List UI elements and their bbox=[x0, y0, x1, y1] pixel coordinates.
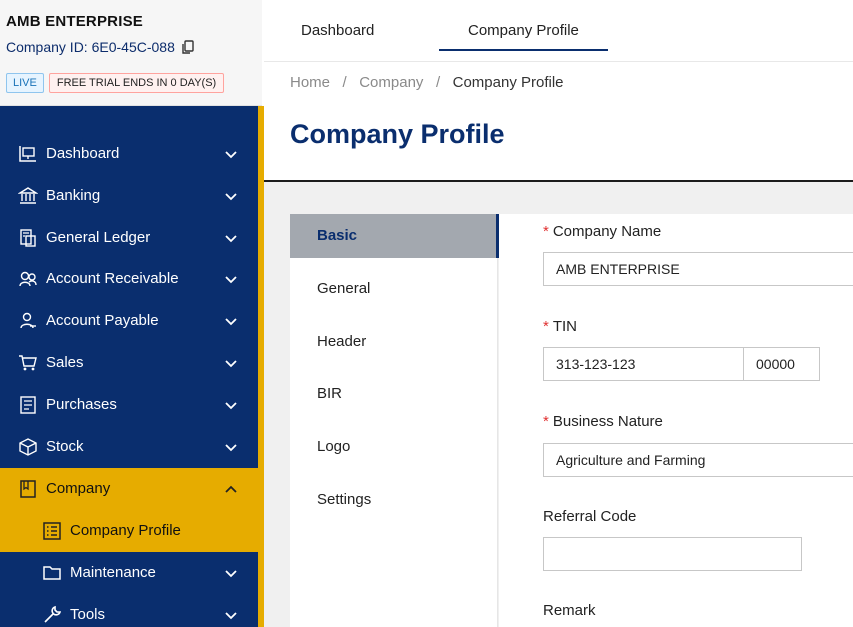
business-nature-label: * Business Nature bbox=[543, 413, 663, 430]
receivable-icon bbox=[18, 269, 38, 289]
breadcrumb-home[interactable]: Home bbox=[290, 74, 330, 91]
app-root: AMB ENTERPRISE Company ID: 6E0-45C-088 L… bbox=[0, 0, 853, 627]
referral-code-label: Referral Code bbox=[543, 508, 637, 525]
active-tab-indicator bbox=[439, 49, 608, 51]
chevron-down-icon bbox=[224, 609, 238, 621]
copy-icon[interactable] bbox=[181, 40, 195, 54]
required-marker: * bbox=[543, 413, 549, 430]
sidebar-item-dashboard[interactable]: Dashboard bbox=[0, 133, 258, 175]
breadcrumb-company[interactable]: Company bbox=[359, 74, 423, 91]
section-tab-general[interactable]: General bbox=[290, 267, 498, 311]
tin-branch-input[interactable]: 00000 bbox=[743, 347, 820, 381]
section-tab-settings[interactable]: Settings bbox=[290, 478, 498, 522]
profile-list-icon bbox=[42, 521, 62, 541]
sidebar-item-label: Banking bbox=[46, 187, 101, 204]
sidebar-item-company[interactable]: Company bbox=[0, 468, 258, 510]
remark-label: Remark bbox=[543, 602, 596, 619]
company-name-input[interactable]: AMB ENTERPRISE bbox=[543, 252, 853, 286]
book-icon bbox=[18, 479, 38, 499]
tin-input[interactable]: 313-123-123 bbox=[543, 347, 744, 381]
tab-company-profile[interactable]: Company Profile bbox=[468, 22, 579, 39]
live-badge: LIVE bbox=[6, 73, 44, 93]
tin-label: * TIN bbox=[543, 318, 577, 335]
company-id: Company ID: 6E0-45C-088 bbox=[6, 39, 195, 55]
section-tab-label: Basic bbox=[317, 227, 358, 244]
section-tab-label: Logo bbox=[317, 438, 351, 455]
sidebar-item-general-ledger[interactable]: General Ledger bbox=[0, 217, 258, 259]
referral-code-input[interactable] bbox=[543, 537, 802, 571]
company-id-text: Company ID: 6E0-45C-088 bbox=[6, 39, 175, 55]
section-tab-label: Settings bbox=[317, 491, 372, 508]
breadcrumb: Home / Company / Company Profile bbox=[290, 74, 564, 91]
sidebar-item-label: Maintenance bbox=[70, 564, 156, 581]
company-info: AMB ENTERPRISE Company ID: 6E0-45C-088 L… bbox=[0, 0, 262, 106]
business-nature-select[interactable]: Agriculture and Farming bbox=[543, 443, 853, 477]
user-icon bbox=[18, 311, 38, 331]
profile-section-nav: Basic General Header BIR Logo Settings bbox=[290, 214, 499, 627]
sidebar-item-tools[interactable]: Tools bbox=[0, 594, 258, 627]
section-tab-basic[interactable]: Basic bbox=[290, 214, 499, 258]
sidebar-item-label: Sales bbox=[46, 354, 84, 371]
trial-badge: FREE TRIAL ENDS IN 0 DAY(S) bbox=[48, 73, 225, 93]
wrench-icon bbox=[42, 605, 62, 625]
section-tab-label: Header bbox=[317, 333, 367, 350]
sidebar-item-account-receivable[interactable]: Account Receivable bbox=[0, 258, 258, 300]
sidebar: AMB ENTERPRISE Company ID: 6E0-45C-088 L… bbox=[0, 0, 264, 627]
purchases-icon bbox=[18, 395, 38, 415]
sidebar-item-label: Account Receivable bbox=[46, 270, 179, 287]
top-tab-bar: Dashboard Company Profile bbox=[264, 0, 853, 62]
field-label-text: Company Name bbox=[552, 223, 662, 240]
sidebar-item-label: Purchases bbox=[46, 396, 117, 413]
basic-info-form: * Company Name AMB ENTERPRISE * TIN 313-12… bbox=[499, 214, 853, 627]
company-name: AMB ENTERPRISE bbox=[6, 13, 143, 30]
field-label-text: Business Nature bbox=[552, 413, 663, 430]
chevron-down-icon bbox=[224, 399, 238, 411]
chevron-down-icon bbox=[224, 232, 238, 244]
tab-dashboard[interactable]: Dashboard bbox=[301, 22, 374, 39]
sidebar-item-label: Company bbox=[46, 480, 111, 497]
sidebar-item-sales[interactable]: Sales bbox=[0, 342, 258, 384]
sidebar-nav: Dashboard Banking General Ledger Account… bbox=[0, 106, 258, 627]
chevron-down-icon bbox=[224, 567, 238, 579]
chevron-down-icon bbox=[224, 357, 238, 369]
box-icon bbox=[18, 437, 38, 457]
section-tab-bir[interactable]: BIR bbox=[290, 372, 498, 416]
company-name-label: * Company Name bbox=[543, 223, 661, 240]
sidebar-item-account-payable[interactable]: Account Payable bbox=[0, 300, 258, 342]
sidebar-item-stock[interactable]: Stock bbox=[0, 426, 258, 468]
section-tab-header[interactable]: Header bbox=[290, 320, 498, 364]
page-title: Company Profile bbox=[290, 119, 505, 149]
breadcrumb-current: Company Profile bbox=[452, 74, 564, 91]
sidebar-item-label: General Ledger bbox=[46, 229, 151, 246]
sidebar-item-label: Account Payable bbox=[46, 312, 159, 329]
chevron-up-icon bbox=[224, 483, 238, 495]
sidebar-item-company-profile[interactable]: Company Profile bbox=[0, 510, 258, 552]
ledger-icon bbox=[18, 228, 38, 248]
chevron-down-icon bbox=[224, 148, 238, 160]
section-tab-logo[interactable]: Logo bbox=[290, 425, 498, 469]
required-marker: * bbox=[543, 318, 549, 335]
required-marker: * bbox=[543, 223, 549, 240]
chevron-down-icon bbox=[224, 190, 238, 202]
sidebar-item-label: Tools bbox=[70, 606, 106, 623]
sidebar-item-label: Dashboard bbox=[46, 145, 120, 162]
sidebar-item-banking[interactable]: Banking bbox=[0, 175, 258, 217]
status-badges: LIVE FREE TRIAL ENDS IN 0 DAY(S) bbox=[6, 73, 225, 93]
dashboard-icon bbox=[18, 144, 38, 164]
section-tab-label: BIR bbox=[317, 385, 343, 402]
bank-icon bbox=[17, 186, 39, 206]
chevron-down-icon bbox=[224, 441, 238, 453]
chevron-down-icon bbox=[224, 273, 238, 285]
sidebar-item-maintenance[interactable]: Maintenance bbox=[0, 552, 258, 594]
chevron-down-icon bbox=[224, 315, 238, 327]
cart-icon bbox=[18, 353, 38, 373]
folder-icon bbox=[42, 563, 62, 583]
sidebar-item-purchases[interactable]: Purchases bbox=[0, 384, 258, 426]
sidebar-item-label: Stock bbox=[46, 438, 84, 455]
section-tab-label: General bbox=[317, 280, 371, 297]
field-label-text: TIN bbox=[552, 318, 578, 335]
sidebar-item-label: Company Profile bbox=[70, 522, 181, 539]
